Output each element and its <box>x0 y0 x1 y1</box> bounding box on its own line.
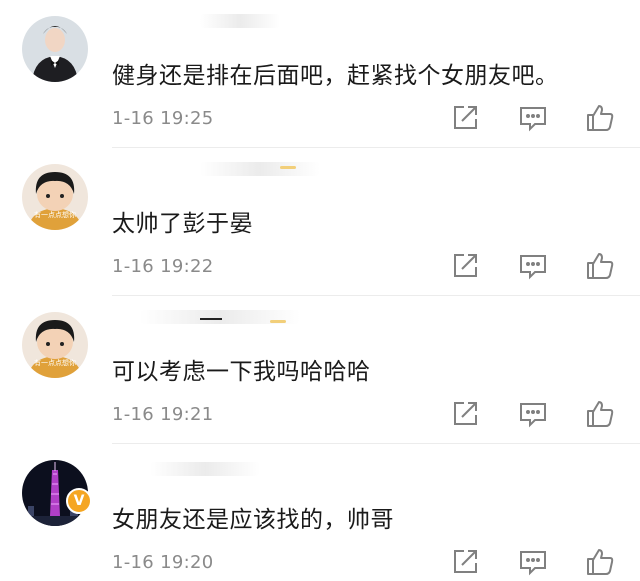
forward-button[interactable] <box>450 103 480 133</box>
comment-timestamp: 1-16 19:22 <box>112 256 214 277</box>
like-button[interactable] <box>585 103 615 133</box>
user-avatar[interactable]: 有一点点想你 <box>22 164 88 230</box>
like-button[interactable] <box>585 399 615 429</box>
username-mark <box>270 320 286 323</box>
child-avatar: 有一点点想你 <box>22 312 88 378</box>
avatar-caption: 有一点点想你 <box>34 210 76 219</box>
username-mark <box>280 166 296 169</box>
reply-button[interactable] <box>518 251 548 281</box>
comment-text: 健身还是排在后面吧，赶紧找个女朋友吧。 <box>112 63 559 89</box>
reply-button[interactable] <box>518 399 548 429</box>
thumbs-up-icon <box>587 549 614 575</box>
comment-timestamp: 1-16 19:25 <box>112 108 214 129</box>
forward-icon <box>454 106 477 129</box>
comment-icon <box>520 255 546 280</box>
forward-icon <box>454 402 477 425</box>
like-button[interactable] <box>585 251 615 281</box>
comment-icon <box>520 107 546 132</box>
comment-item: V 女朋友还是应该找的，帅哥 1-16 19:20 <box>0 444 640 581</box>
thumbs-up-icon <box>587 105 614 131</box>
reply-button[interactable] <box>518 103 548 133</box>
reply-button[interactable] <box>518 547 548 577</box>
comment-text: 太帅了彭于晏 <box>112 211 253 237</box>
user-avatar[interactable] <box>22 16 88 82</box>
username-blurred <box>150 462 260 476</box>
comment-timestamp: 1-16 19:20 <box>112 552 214 573</box>
comment-icon <box>520 551 546 576</box>
username-mark <box>200 318 222 320</box>
forward-icon <box>454 550 477 573</box>
man-in-tuxedo-avatar <box>22 16 88 82</box>
comment-icon <box>520 403 546 428</box>
thumbs-up-icon <box>587 401 614 427</box>
forward-icon <box>454 254 477 277</box>
comment-text: 可以考虑一下我吗哈哈哈 <box>112 359 371 385</box>
forward-button[interactable] <box>450 547 480 577</box>
child-avatar: 有一点点想你 <box>22 164 88 230</box>
comment-timestamp: 1-16 19:21 <box>112 404 214 425</box>
comment-item: 有一点点想你 太帅了彭于晏 1-16 19:22 <box>0 148 640 296</box>
comment-feed: 健身还是排在后面吧，赶紧找个女朋友吧。 1-16 19:25 有一点点想你 太帅… <box>0 0 640 581</box>
like-button[interactable] <box>585 547 615 577</box>
username-blurred <box>200 14 280 28</box>
forward-button[interactable] <box>450 251 480 281</box>
verified-badge: V <box>66 488 92 514</box>
comment-item: 有一点点想你 可以考虑一下我吗哈哈哈 1-16 19:21 <box>0 296 640 444</box>
username-blurred <box>200 162 320 176</box>
forward-button[interactable] <box>450 399 480 429</box>
comment-item: 健身还是排在后面吧，赶紧找个女朋友吧。 1-16 19:25 <box>0 0 640 148</box>
thumbs-up-icon <box>587 253 614 279</box>
avatar-caption: 有一点点想你 <box>34 358 76 367</box>
comment-text: 女朋友还是应该找的，帅哥 <box>112 507 394 533</box>
user-avatar[interactable]: 有一点点想你 <box>22 312 88 378</box>
